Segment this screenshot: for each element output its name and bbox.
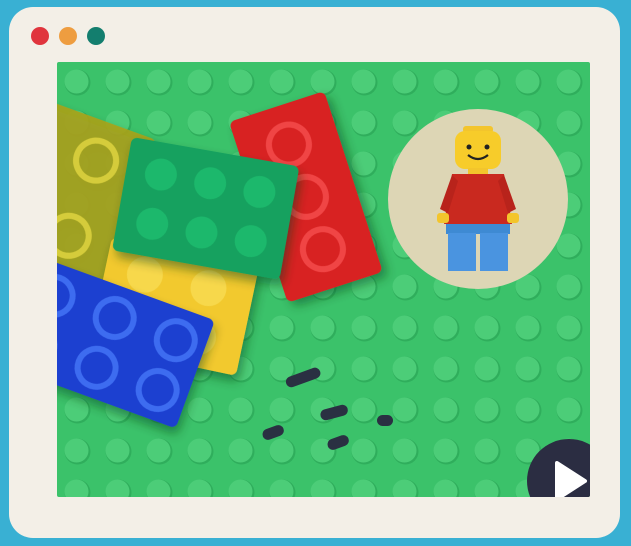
browser-window xyxy=(9,7,620,538)
video-thumbnail[interactable] xyxy=(57,62,590,497)
play-icon xyxy=(555,461,587,497)
minimize-dot[interactable] xyxy=(59,27,77,45)
close-dot[interactable] xyxy=(31,27,49,45)
minifigure-badge xyxy=(388,109,568,289)
window-controls xyxy=(31,27,105,45)
minifigure-icon xyxy=(437,126,519,271)
maximize-dot[interactable] xyxy=(87,27,105,45)
